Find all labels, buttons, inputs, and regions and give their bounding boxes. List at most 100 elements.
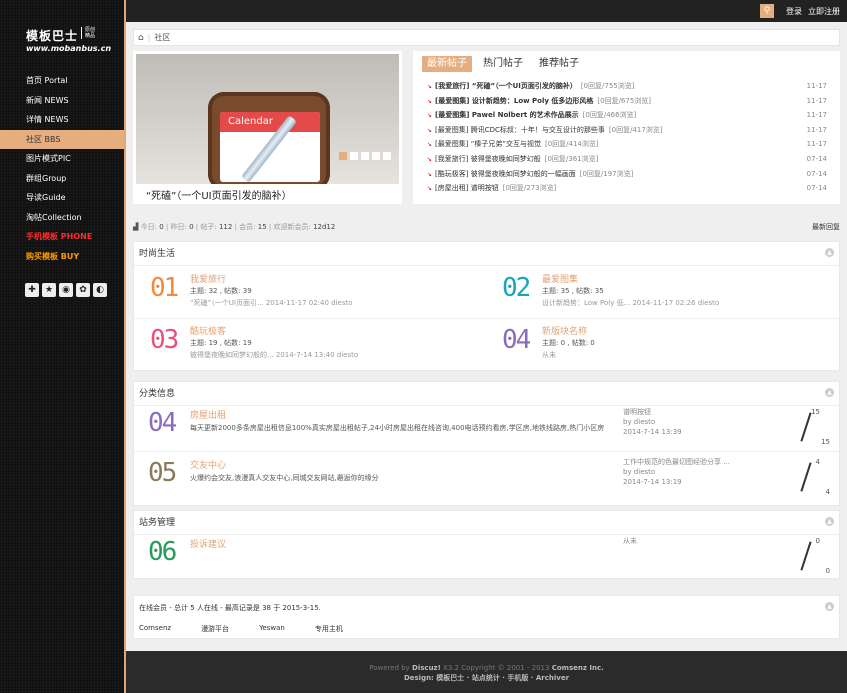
- forum-last-post[interactable]: 谱明按钮 by diesto 2014-7-14 13:39: [623, 407, 753, 437]
- footer: Powered by Discuz! X3.2 Copyright © 2001…: [126, 651, 847, 693]
- home-icon[interactable]: ⌂: [138, 33, 144, 43]
- forum-last-post[interactable]: 工作中规范的色最切图经验分享 ... by diesto 2014-7-14 13:…: [623, 457, 753, 487]
- post-tab[interactable]: 最新帖子: [422, 56, 472, 72]
- post-tab[interactable]: 热门帖子: [478, 56, 528, 72]
- forum-last-post[interactable]: 从未: [542, 350, 556, 360]
- footer-discuz-link[interactable]: Discuz!: [412, 664, 441, 672]
- post-meta: [0回复/273浏览]: [502, 184, 557, 193]
- slide-image[interactable]: Calendar: [136, 54, 399, 184]
- last-post-title[interactable]: 工作中规范的色最切图经验分享 ...: [623, 457, 753, 467]
- last-post-title[interactable]: 谱明按钮: [623, 407, 753, 417]
- post-title[interactable]: [房屋出租] 谱明按钮: [435, 184, 499, 192]
- slider-dot[interactable]: [383, 152, 391, 160]
- search-icon[interactable]: ⚲: [760, 4, 774, 18]
- post-title[interactable]: [我爱旅行] 彼得堡夜晚如同梦幻般: [435, 155, 541, 163]
- post-title[interactable]: [我爱旅行] “死磕”（一个UI页面引发的脑补）: [435, 82, 577, 90]
- online-link[interactable]: Yeswan: [259, 624, 285, 634]
- nav-item[interactable]: 手机模板 PHONE: [0, 227, 124, 247]
- section-title: 时尚生活: [134, 242, 839, 266]
- nav-item[interactable]: 群组Group: [0, 169, 124, 189]
- forum-name[interactable]: 投诉建议: [190, 537, 226, 550]
- slider-dots: [339, 152, 391, 160]
- latest-replies-link[interactable]: 最新回复: [812, 221, 840, 233]
- forum-stats: 主题: 35 , 帖数: 35: [542, 287, 604, 295]
- forum-item[interactable]: 02 最爱图集主题: 35 , 帖数: 35 设计新趋势：Low Poly 低...…: [486, 267, 836, 319]
- last-post-author: by diesto: [623, 418, 656, 426]
- logo-url: www.mobanbus.cn: [26, 44, 112, 53]
- nav-item[interactable]: 购买模板 BUY: [0, 247, 124, 267]
- last-post-author: by diesto: [623, 468, 656, 476]
- post-title[interactable]: [酷玩极客] 彼得堡夜晚如同梦幻般的一幅画面: [435, 170, 576, 178]
- post-title[interactable]: [最爱图集] 腾讯CDC标叔：十年！与交互设计的那些事: [435, 126, 605, 134]
- forum-name[interactable]: 最爱图集: [542, 272, 578, 285]
- login-link[interactable]: 登录: [786, 6, 802, 17]
- slider-dot[interactable]: [372, 152, 380, 160]
- forum-item[interactable]: 03 酷玩极客 主题: 19 , 帖数: 19 彼得堡夜晚如同梦幻般的... 2014…: [134, 319, 484, 371]
- section-online: 在线会员 - 总计 5 人在线 - 最高记录是 38 于 2015-3-15. …: [133, 595, 840, 639]
- forum-name[interactable]: 新版块名称: [542, 324, 587, 337]
- newest-member[interactable]: 12d12: [313, 223, 335, 231]
- online-title: 在线会员 - 总计 5 人在线 - 最高记录是 38 于 2015-3-15.: [139, 604, 321, 612]
- nav-item[interactable]: 详情 NEWS: [0, 110, 124, 130]
- online-link[interactable]: 漫游平台: [201, 624, 229, 634]
- post-title[interactable]: [最爱图集] “榛子兄弟”交互与视觉: [435, 140, 541, 148]
- list-item[interactable]: ↘ [房屋出租] 谱明按钮 [0回复/273浏览] 07-14: [427, 181, 827, 196]
- list-item[interactable]: ↘ [最爱图集] 腾讯CDC标叔：十年！与交互设计的那些事 [0回复/417浏览] 1…: [427, 123, 827, 138]
- post-date: 07-14: [806, 154, 827, 163]
- forum-item[interactable]: 04 新版块名称 主题: 0 , 帖数: 0 从未: [486, 319, 836, 371]
- list-item[interactable]: ↘ [最爱图集] “榛子兄弟”交互与视觉 [0回复/414浏览] 11-17: [427, 137, 827, 152]
- forum-last-post[interactable]: “死磕”（一个UI页面引... 2014-11-17 02:40 diesto: [190, 298, 353, 308]
- footer-comsenz-link[interactable]: Comsenz Inc.: [552, 664, 604, 672]
- slider-dot[interactable]: [339, 152, 347, 160]
- post-meta: [0回复/197浏览]: [579, 169, 634, 178]
- yesterday-label: 昨日:: [170, 223, 187, 231]
- qzone-icon[interactable]: ✿: [76, 283, 90, 297]
- arrow-icon: ↘: [427, 170, 433, 178]
- nav-item[interactable]: 新闻 NEWS: [0, 91, 124, 111]
- weibo-icon[interactable]: ◉: [59, 283, 73, 297]
- forum-item[interactable]: 01 我爱旅行 主题: 32 , 帖数: 39 “死磕”（一个UI页面引... 201…: [134, 267, 484, 319]
- breadcrumb-current[interactable]: 社区: [154, 33, 170, 42]
- collapse-icon[interactable]: ▲: [825, 517, 834, 526]
- footer-links[interactable]: Design: 模板巴士 · 站点统计 · 手机版 · Archiver: [404, 674, 569, 682]
- list-item[interactable]: ↘ [我爱旅行] “死磕”（一个UI页面引发的脑补） [0回复/755浏览] 11-1…: [427, 79, 827, 94]
- list-item[interactable]: ↘ [酷玩极客] 彼得堡夜晚如同梦幻般的一幅画面 [0回复/197浏览] 07-14: [427, 167, 827, 182]
- slider-dot[interactable]: [361, 152, 369, 160]
- post-tab[interactable]: 推荐帖子: [534, 56, 584, 72]
- list-item[interactable]: ↘ [最爱图集] 设计新趋势：Low Poly 低多边形风格 [0回复/675浏览]…: [427, 94, 827, 109]
- forum-name[interactable]: 房屋出租: [190, 408, 226, 421]
- forum-number: 02: [502, 273, 531, 303]
- forum-row[interactable]: 05 交友中心 火爆约会交友,浪漫真人交友中心,同城交友网站,邂逅你的缘分 工作中规范…: [134, 452, 839, 504]
- slide-caption[interactable]: “死磕”（一个UI页面引发的脑补）: [146, 187, 292, 202]
- forum-last-post[interactable]: 从未: [623, 536, 753, 546]
- wechat-icon[interactable]: ◐: [93, 283, 107, 297]
- register-link[interactable]: 立即注册: [808, 6, 840, 17]
- forum-name[interactable]: 我爱旅行: [190, 272, 226, 285]
- nav-item[interactable]: 首页 Portal: [0, 71, 124, 91]
- forum-row[interactable]: 06 投诉建议 从未 0 0: [134, 531, 839, 583]
- post-title[interactable]: [最爱图集] 设计新趋势：Low Poly 低多边形风格: [435, 97, 593, 105]
- forum-last-post[interactable]: 彼得堡夜晚如同梦幻般的... 2014-7-14 13:40 diesto: [190, 350, 358, 360]
- online-link[interactable]: 专用主机: [315, 624, 343, 634]
- post-title[interactable]: [最爱图集] Pawel Nolbert 的艺术作品展示: [435, 111, 579, 119]
- forum-name[interactable]: 交友中心: [190, 458, 226, 471]
- last-post-title[interactable]: 从未: [623, 536, 753, 546]
- forum-row[interactable]: 04 房屋出租 每天更新2000多条房屋出租信息100%真实房屋出租帖子,24小时房…: [134, 402, 839, 454]
- forum-last-post[interactable]: 设计新趋势：Low Poly 低... 2014-11-17 02:26 die…: [542, 298, 719, 308]
- forum-description: 每天更新2000多条房屋出租信息100%真实房屋出租帖子,24小时房屋出租在线咨…: [190, 424, 605, 432]
- collapse-icon[interactable]: ▲: [825, 602, 834, 611]
- collapse-icon[interactable]: ▲: [825, 248, 834, 257]
- slider-dot[interactable]: [350, 152, 358, 160]
- collapse-icon[interactable]: ▲: [825, 388, 834, 397]
- list-item[interactable]: ↘ [最爱图集] Pawel Nolbert 的艺术作品展示 [0回复/466浏览]…: [427, 108, 827, 123]
- nav-item[interactable]: 社区 BBS: [0, 129, 124, 149]
- nav-item[interactable]: 淘帖Collection: [0, 208, 124, 228]
- plus-grid-icon[interactable]: ✚: [25, 283, 39, 297]
- nav-item[interactable]: 图片模式PIC: [0, 149, 124, 169]
- list-item[interactable]: ↘ [我爱旅行] 彼得堡夜晚如同梦幻般 [0回复/361浏览] 07-14: [427, 152, 827, 167]
- online-link[interactable]: Comsenz: [139, 624, 171, 634]
- site-logo[interactable]: 模板巴士 原创 精品 www.mobanbus.cn: [26, 27, 111, 53]
- forum-name[interactable]: 酷玩极客: [190, 324, 226, 337]
- nav-item[interactable]: 导读Guide: [0, 188, 124, 208]
- star-icon[interactable]: ★: [42, 283, 56, 297]
